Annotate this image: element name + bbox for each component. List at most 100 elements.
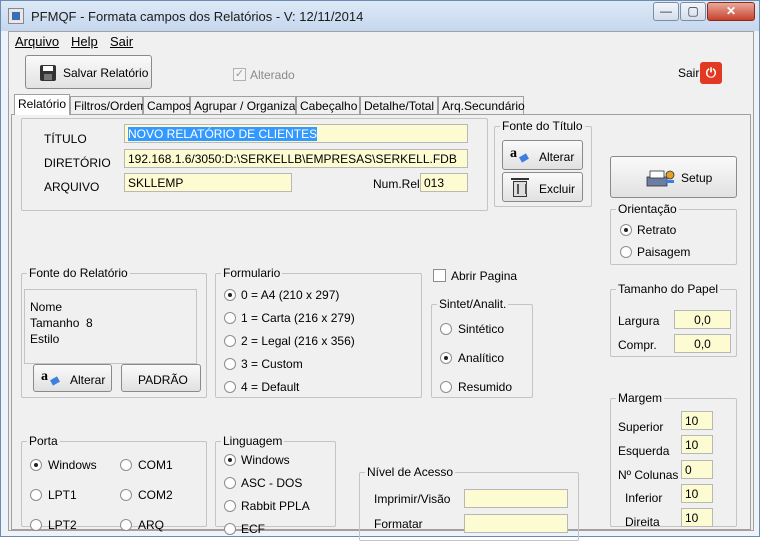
imprimir-visao-label: Imprimir/Visão	[374, 492, 451, 506]
form-a4-label: 0 = A4 (210 x 297)	[241, 288, 340, 302]
radio-analitico[interactable]	[440, 352, 452, 364]
form-carta-label: 1 = Carta (216 x 279)	[241, 311, 355, 325]
fonte-titulo-alterar-label: Alterar	[539, 150, 575, 164]
fonte-titulo-group: Fonte do Título a Alterar Excluir	[494, 119, 592, 207]
direita-label: Direita	[625, 515, 660, 529]
superior-field[interactable]: 10	[681, 411, 713, 430]
superior-label: Superior	[618, 420, 664, 434]
porta-lpt2-label: LPT2	[48, 518, 77, 532]
font-preview-box: Nome Tamanho 8 Estilo	[24, 289, 197, 364]
titulo-field[interactable]: NOVO RELATÓRIO DE CLIENTES	[124, 124, 468, 143]
radio-ling-asc-dos[interactable]	[224, 477, 236, 489]
power-icon[interactable]: ⏻	[700, 62, 722, 84]
radio-form-legal[interactable]	[224, 335, 236, 347]
exit-label: Sair	[678, 66, 700, 80]
radio-ling-windows[interactable]	[224, 454, 236, 466]
num-colunas-label: Nº Colunas	[618, 468, 679, 482]
porta-windows-label: Windows	[48, 458, 97, 472]
floppy-disk-icon	[40, 65, 56, 81]
porta-lpt1-label: LPT1	[48, 488, 77, 502]
direita-field[interactable]: 10	[681, 508, 713, 527]
minimize-button[interactable]: —	[653, 2, 679, 21]
menu-help[interactable]: Help	[71, 34, 98, 49]
retrato-label: Retrato	[637, 223, 677, 237]
radio-ling-rabbit[interactable]	[224, 500, 236, 512]
tamanho-papel-title: Tamanho do Papel	[616, 282, 721, 296]
sintetico-label: Sintético	[458, 322, 505, 336]
tab-filtros-ordem[interactable]: Filtros/Ordem	[70, 96, 147, 114]
font-edit-icon: a	[510, 146, 530, 164]
esquerda-label: Esquerda	[618, 444, 670, 458]
radio-porta-lpt2[interactable]	[30, 519, 42, 531]
form-legal-label: 2 = Legal (216 x 356)	[241, 334, 355, 348]
margem-title: Margem	[616, 391, 665, 405]
diretorio-field[interactable]: 192.168.1.6/3050:D:\SERKELLB\EMPRESAS\SE…	[124, 149, 468, 168]
porta-com1-label: COM1	[138, 458, 173, 472]
radio-form-custom[interactable]	[224, 358, 236, 370]
save-report-label: Salvar Relatório	[63, 66, 149, 80]
tab-campos[interactable]: Campos	[143, 96, 192, 114]
numrel-label: Num.Rel.	[373, 177, 424, 191]
fonte-titulo-alterar-button[interactable]: a Alterar	[502, 140, 583, 170]
font-edit-icon: a	[41, 369, 61, 387]
formulario-group: Formulario 0 = A4 (210 x 297) 1 = Carta …	[215, 266, 422, 398]
tab-agrupar-organizar[interactable]: Agrupar / Organizar	[190, 96, 299, 114]
setup-button[interactable]: Setup	[610, 156, 737, 198]
menu-arquivo[interactable]: Arquivo	[15, 34, 59, 49]
esquerda-field[interactable]: 10	[681, 435, 713, 454]
radio-resumido[interactable]	[440, 381, 452, 393]
tab-cabecalho[interactable]: Cabeçalho	[296, 96, 360, 114]
paisagem-label: Paisagem	[637, 245, 691, 259]
radio-sintetico[interactable]	[440, 323, 452, 335]
radio-form-a4[interactable]	[224, 289, 236, 301]
num-colunas-field[interactable]: 0	[681, 460, 713, 479]
compr-field[interactable]: 0,0	[674, 334, 731, 353]
inferior-field[interactable]: 10	[681, 484, 713, 503]
largura-field[interactable]: 0,0	[674, 310, 731, 329]
radio-porta-com2[interactable]	[120, 489, 132, 501]
padrao-button[interactable]: PADRÃO	[121, 364, 201, 392]
menu-sair[interactable]: Sair	[110, 34, 133, 49]
fonte-titulo-excluir-button[interactable]: Excluir	[502, 172, 583, 202]
tab-relatorio[interactable]: Relatório	[14, 94, 70, 115]
maximize-button[interactable]: ▢	[680, 2, 706, 21]
formatar-field[interactable]	[464, 514, 568, 533]
resumido-label: Resumido	[458, 380, 513, 394]
tab-bar: Relatório Filtros/Ordem Campos Agrupar /…	[11, 94, 751, 115]
printer-setup-icon	[646, 170, 675, 187]
arquivo-label: ARQUIVO	[44, 180, 100, 194]
tab-detalhe-total[interactable]: Detalhe/Total	[360, 96, 438, 114]
radio-ling-ecf[interactable]	[224, 523, 236, 535]
fonte-relatorio-alterar-label: Alterar	[70, 373, 106, 387]
linguagem-title: Linguagem	[221, 434, 285, 448]
close-button[interactable]: ✕	[707, 2, 755, 21]
save-report-button[interactable]: Salvar Relatório	[25, 55, 152, 89]
abrir-pagina-checkbox[interactable]	[433, 269, 446, 282]
orientacao-title: Orientação	[616, 202, 679, 216]
radio-form-carta[interactable]	[224, 312, 236, 324]
font-style-label: Estilo	[30, 332, 60, 346]
inferior-label: Inferior	[625, 491, 663, 505]
menu-bar: Arquivo Help Sair	[9, 32, 753, 52]
nivel-acesso-group: Nível de Acesso Imprimir/Visão Formatar	[359, 465, 579, 541]
title-bar[interactable]: PFMQF - Formata campos dos Relatórios - …	[1, 1, 759, 31]
numrel-field[interactable]: 013	[420, 173, 468, 192]
fonte-relatorio-alterar-button[interactable]: a Alterar	[33, 364, 112, 392]
imprimir-visao-field[interactable]	[464, 489, 568, 508]
radio-paisagem[interactable]	[620, 246, 632, 258]
radio-porta-windows[interactable]	[30, 459, 42, 471]
radio-retrato[interactable]	[620, 224, 632, 236]
largura-label: Largura	[618, 314, 660, 328]
radio-form-default[interactable]	[224, 381, 236, 393]
form-default-label: 4 = Default	[241, 380, 300, 394]
ling-rabbit-label: Rabbit PPLA	[241, 499, 310, 513]
radio-porta-lpt1[interactable]	[30, 489, 42, 501]
arquivo-field[interactable]: SKLLEMP	[124, 173, 292, 192]
radio-porta-arq[interactable]	[120, 519, 132, 531]
tab-arq-secundario[interactable]: Arq.Secundário	[438, 96, 525, 114]
form-custom-label: 3 = Custom	[241, 357, 303, 371]
ling-windows-label: Windows	[241, 453, 290, 467]
fonte-titulo-excluir-label: Excluir	[539, 182, 576, 196]
client-area: Arquivo Help Sair Salvar Relatório ✓ Alt…	[8, 31, 754, 541]
radio-porta-com1[interactable]	[120, 459, 132, 471]
